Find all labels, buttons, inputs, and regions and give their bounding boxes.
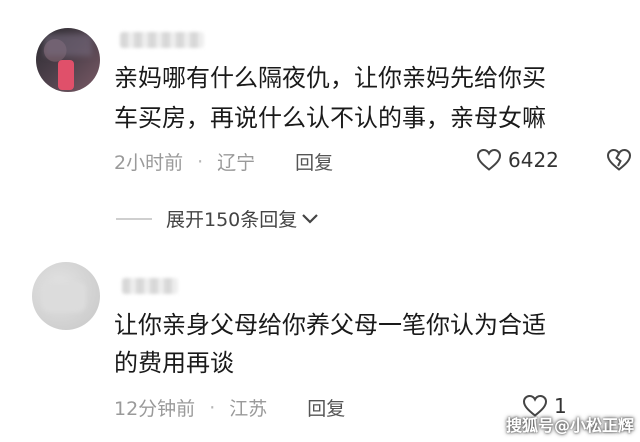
watermark: 搜狐号@小松正辉 [505, 416, 634, 435]
expand-replies-label: 展开150条回复 [166, 209, 298, 231]
expand-replies-button[interactable]: 展开150条回复 [116, 205, 319, 232]
username-redacted[interactable] [120, 32, 204, 48]
comment-time: 12分钟前 [114, 398, 196, 420]
avatar-blur [42, 282, 86, 312]
meta-separator: · [209, 396, 216, 419]
reply-button[interactable]: 回复 [307, 394, 345, 421]
avatar[interactable] [32, 262, 100, 330]
like-count: 6422 [508, 148, 559, 172]
reply-button[interactable]: 回复 [295, 148, 333, 175]
dislike-button[interactable] [606, 148, 632, 176]
comment-text-line: 的费用再谈 [114, 349, 234, 377]
expand-divider [116, 217, 152, 220]
meta-separator: · [197, 150, 204, 173]
comment-text-line: 车买房，再说什么认不认的事，亲母女嘛 [114, 104, 546, 132]
broken-heart-icon [606, 148, 632, 171]
comment-location: 辽宁 [217, 152, 256, 174]
like-button[interactable]: 6422 [476, 148, 559, 172]
heart-outline-icon [476, 148, 502, 171]
comment-meta: 12分钟前 · 江苏 回复 [114, 394, 345, 421]
comment-meta: 2小时前 · 辽宁 回复 [114, 148, 333, 175]
username-redacted[interactable] [122, 278, 178, 294]
comment-text-line: 亲妈哪有什么隔夜仇，让你亲妈先给你买 [114, 64, 546, 92]
avatar-figure [58, 60, 74, 90]
comment-text-line: 让你亲身父母给你养父母一笔你认为合适 [114, 311, 546, 339]
avatar-blur [44, 34, 92, 56]
chevron-down-icon [302, 213, 319, 224]
avatar[interactable] [36, 28, 100, 92]
comment-location: 江苏 [229, 398, 268, 420]
comment-time: 2小时前 [114, 152, 184, 174]
